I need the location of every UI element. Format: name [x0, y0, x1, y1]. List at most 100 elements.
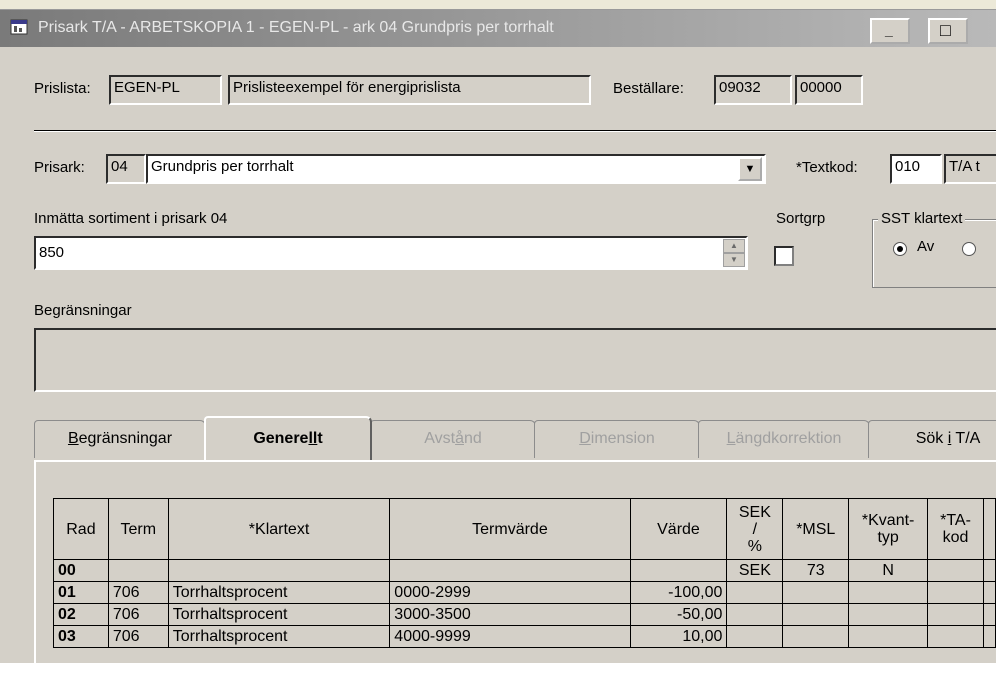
cell-overflow	[982, 625, 996, 648]
cell-msl[interactable]	[782, 603, 850, 626]
tab-generellt[interactable]: Generellt	[204, 416, 372, 460]
sortgrp-checkbox[interactable]	[774, 246, 794, 266]
cell-msl[interactable]	[782, 625, 850, 648]
prisark-number-field[interactable]: 04	[106, 154, 146, 184]
prisark-window: Prisark T/A - ARBETSKOPIA 1 - EGEN-PL - …	[0, 10, 996, 673]
table-row[interactable]: 03 706 Torrhaltsprocent 4000-9999 10,00	[53, 625, 996, 648]
col-header-term[interactable]: Term	[107, 498, 169, 560]
separator	[34, 130, 996, 132]
table-row[interactable]: 01 706 Torrhaltsprocent 0000-2999 -100,0…	[53, 581, 996, 604]
cell-takod[interactable]	[927, 625, 984, 648]
col-header-overflow	[982, 498, 996, 560]
spin-up-icon[interactable]: ▲	[723, 239, 745, 253]
app-icon	[10, 19, 28, 35]
table-row[interactable]: 02 706 Torrhaltsprocent 3000-3500 -50,00	[53, 603, 996, 626]
sst-radio-av-label: Av	[917, 238, 935, 255]
cell-varde[interactable]: -50,00	[629, 603, 728, 626]
bestallare-sub-field[interactable]: 00000	[795, 75, 863, 105]
cell-sek[interactable]	[726, 625, 784, 648]
cell-term[interactable]: 706	[107, 625, 169, 648]
minimize-icon: _	[885, 22, 893, 38]
cell-sek[interactable]	[726, 581, 784, 604]
prisark-combobox[interactable]: Grundpris per torrhalt	[146, 154, 766, 184]
maximize-button[interactable]: □	[928, 18, 968, 44]
prisark-combobox-value: Grundpris per torrhalt	[151, 158, 294, 175]
textkod-text-field: T/A t	[944, 154, 996, 184]
cell-klartext[interactable]: Torrhaltsprocent	[167, 625, 391, 648]
cell-overflow	[982, 559, 996, 582]
cell-takod[interactable]	[927, 603, 984, 626]
textkod-label: *Textkod:	[796, 159, 858, 176]
cell-termvarde[interactable]	[389, 559, 631, 582]
background-window-strip	[0, 0, 996, 10]
tab-dimension[interactable]: Dimension	[534, 420, 700, 458]
cell-takod[interactable]	[927, 581, 984, 604]
col-header-klartext[interactable]: *Klartext	[167, 498, 391, 560]
cell-rad[interactable]: 03	[53, 625, 109, 648]
cell-term[interactable]	[107, 559, 169, 582]
col-header-msl[interactable]: *MSL	[782, 498, 850, 560]
tab-begransningar[interactable]: Begränsningar	[34, 420, 206, 458]
chevron-down-icon: ▼	[744, 163, 756, 175]
prislista-name-field[interactable]: Prislisteexempel för energiprislista	[228, 75, 591, 105]
col-header-termvarde[interactable]: Termvärde	[389, 498, 631, 560]
textkod-field[interactable]: 010	[890, 154, 942, 184]
tab-sok-i-ta[interactable]: Sök i T/A	[868, 420, 996, 458]
sst-radio-pa[interactable]	[962, 242, 976, 256]
prisark-label: Prisark:	[34, 159, 85, 176]
begransningar-field	[34, 328, 996, 392]
combobox-dropdown-button[interactable]: ▼	[738, 157, 762, 181]
cell-takod[interactable]	[927, 559, 984, 582]
title-bar[interactable]: Prisark T/A - ARBETSKOPIA 1 - EGEN-PL - …	[0, 10, 996, 47]
cell-sek[interactable]	[726, 603, 784, 626]
cell-overflow	[982, 603, 996, 626]
bestallare-code-field[interactable]: 09032	[714, 75, 792, 105]
prislista-label: Prislista:	[34, 80, 91, 97]
col-header-varde[interactable]: Värde	[629, 498, 728, 560]
maximize-icon: □	[940, 20, 951, 40]
cell-termvarde[interactable]: 4000-9999	[389, 625, 631, 648]
cell-kvanttyp[interactable]	[848, 625, 929, 648]
price-grid[interactable]: Rad Term *Klartext Termvärde Värde SEK /…	[53, 498, 996, 648]
table-row[interactable]: 00 SEK 73 N	[53, 559, 996, 582]
cell-sek[interactable]: SEK	[726, 559, 784, 582]
cell-varde[interactable]: -100,00	[629, 581, 728, 604]
col-header-sek[interactable]: SEK / %	[726, 498, 784, 560]
sst-radio-av[interactable]	[893, 242, 907, 256]
cell-rad[interactable]: 01	[53, 581, 109, 604]
tab-langdkorrektion[interactable]: Längdkorrektion	[698, 420, 870, 458]
col-header-takod[interactable]: *TA- kod	[927, 498, 984, 560]
col-header-kvanttyp[interactable]: *Kvant- typ	[848, 498, 929, 560]
cell-klartext[interactable]: Torrhaltsprocent	[167, 581, 391, 604]
cell-klartext[interactable]	[167, 559, 391, 582]
cell-termvarde[interactable]: 0000-2999	[389, 581, 631, 604]
cell-rad[interactable]: 02	[53, 603, 109, 626]
prislista-code-field[interactable]: EGEN-PL	[109, 75, 222, 105]
grid-header-row: Rad Term *Klartext Termvärde Värde SEK /…	[53, 498, 996, 560]
cell-kvanttyp[interactable]: N	[848, 559, 929, 582]
cell-varde[interactable]: 10,00	[629, 625, 728, 648]
cell-rad[interactable]: 00	[53, 559, 109, 582]
cell-kvanttyp[interactable]	[848, 581, 929, 604]
col-header-rad[interactable]: Rad	[53, 498, 109, 560]
sortiment-label: Inmätta sortiment i prisark 04	[34, 210, 228, 227]
cell-varde[interactable]	[629, 559, 728, 582]
cell-termvarde[interactable]: 3000-3500	[389, 603, 631, 626]
spin-down-icon[interactable]: ▼	[723, 253, 745, 267]
tab-avstand[interactable]: Avstånd	[370, 420, 536, 458]
cell-term[interactable]: 706	[107, 603, 169, 626]
bestallare-label: Beställare:	[613, 80, 684, 97]
sortgrp-label: Sortgrp	[776, 210, 826, 227]
sortiment-input[interactable]: 850	[34, 236, 748, 270]
cell-msl[interactable]	[782, 581, 850, 604]
minimize-button[interactable]: _	[870, 18, 910, 44]
cell-kvanttyp[interactable]	[848, 603, 929, 626]
cell-klartext[interactable]: Torrhaltsprocent	[167, 603, 391, 626]
cell-msl[interactable]: 73	[782, 559, 850, 582]
cell-term[interactable]: 706	[107, 581, 169, 604]
window-title: Prisark T/A - ARBETSKOPIA 1 - EGEN-PL - …	[38, 19, 554, 36]
begransningar-label: Begränsningar	[34, 302, 132, 319]
sst-klartext-label: SST klartext	[878, 210, 966, 227]
sortiment-spinner[interactable]: ▲ ▼	[723, 239, 745, 267]
tab-strip: Begränsningar Generellt Avstånd Dimensio…	[34, 416, 996, 462]
